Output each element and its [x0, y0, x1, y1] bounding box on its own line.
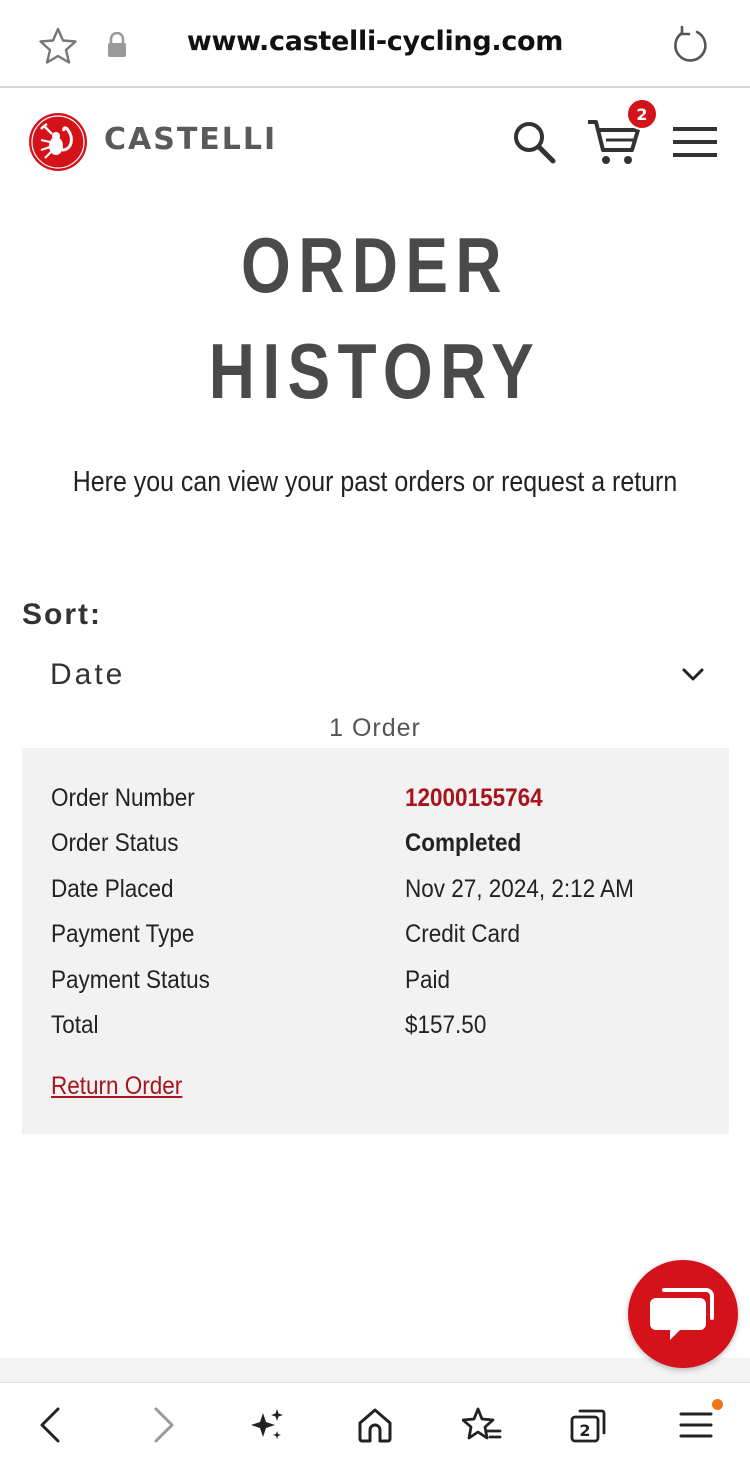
date-placed-label: Date Placed	[51, 875, 174, 903]
date-placed-row: Date Placed Nov 27, 2024, 2:12 AM	[22, 875, 729, 915]
page-title-line2: HISTORY	[208, 327, 542, 415]
browser-address-bar: www.castelli-cycling.com	[0, 0, 750, 88]
order-number-label: Order Number	[51, 784, 195, 812]
star-icon[interactable]	[38, 26, 78, 66]
order-number-value[interactable]: 12000155764	[405, 784, 543, 813]
footer-strip	[0, 1358, 750, 1382]
cart-count-badge: 2	[626, 98, 658, 130]
reload-icon[interactable]	[670, 24, 712, 66]
payment-status-row: Payment Status Paid	[22, 966, 729, 1006]
order-count: 1 Order	[329, 714, 421, 742]
forward-icon[interactable]	[142, 1405, 182, 1445]
sort-selected-value: Date	[50, 658, 126, 691]
home-icon[interactable]	[355, 1405, 395, 1445]
order-card: Order Number 12000155764 Order Status Co…	[22, 748, 729, 1134]
total-row: Total $157.50	[22, 1011, 729, 1051]
notification-dot	[712, 1399, 723, 1410]
payment-type-label: Payment Type	[51, 920, 195, 948]
tabs-icon[interactable]: 2	[568, 1405, 608, 1445]
total-label: Total	[51, 1011, 99, 1039]
browser-bottom-bar: 2	[0, 1382, 750, 1469]
order-number-row: Order Number 12000155764	[22, 784, 729, 824]
return-order-link[interactable]: Return Order	[51, 1072, 182, 1101]
payment-status-value: Paid	[405, 966, 451, 994]
date-placed-value: Nov 27, 2024, 2:12 AM	[405, 875, 634, 903]
site-header: CASTELLI 2	[0, 90, 750, 200]
order-status-row: Order Status Completed	[22, 829, 729, 869]
payment-type-row: Payment Type Credit Card	[22, 920, 729, 960]
sparkle-icon[interactable]	[247, 1405, 287, 1445]
total-value: $157.50	[405, 1011, 487, 1039]
bookmarks-icon[interactable]	[462, 1405, 502, 1445]
browser-menu-icon[interactable]	[676, 1405, 716, 1445]
search-icon[interactable]	[510, 118, 558, 166]
url-field[interactable]: www.castelli-cycling.com	[150, 26, 600, 57]
lock-icon	[108, 32, 126, 57]
chevron-down-icon	[682, 668, 704, 681]
chat-button[interactable]	[628, 1260, 738, 1368]
chat-bubble-icon	[650, 1288, 714, 1340]
order-status-label: Order Status	[51, 829, 179, 857]
tab-count: 2	[579, 1421, 590, 1440]
brand-wordmark[interactable]: CASTELLI	[104, 122, 277, 157]
scorpion-logo-icon[interactable]	[28, 112, 88, 172]
payment-status-label: Payment Status	[51, 966, 210, 994]
payment-type-value: Credit Card	[405, 920, 521, 948]
back-icon[interactable]	[32, 1405, 72, 1445]
page-subtitle: Here you can view your past orders or re…	[72, 466, 678, 498]
page-title-line1: ORDER	[241, 221, 509, 309]
order-status-value: Completed	[405, 829, 522, 857]
menu-icon[interactable]	[672, 124, 718, 160]
sort-label: Sort:	[22, 598, 102, 631]
page-title: ORDER HISTORY	[68, 212, 683, 424]
sort-dropdown[interactable]: Date	[22, 646, 728, 704]
